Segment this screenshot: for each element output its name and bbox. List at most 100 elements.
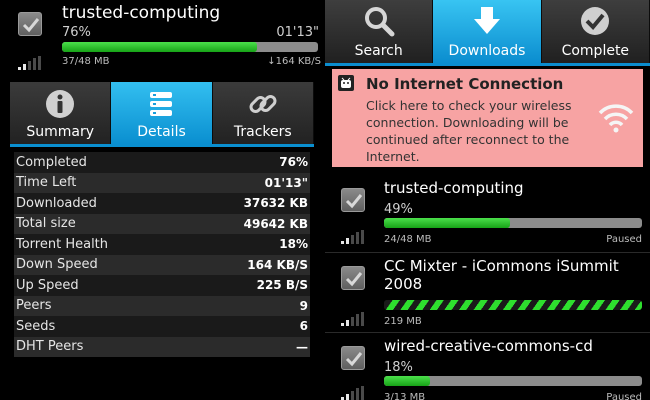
download-item[interactable]: wired-creative-commons-cd 18% 3/13 MB Pause… — [325, 334, 650, 400]
detail-key: Downloaded — [16, 195, 97, 211]
download-size: 3/13 MB — [384, 392, 426, 400]
tab-search-label: Search — [354, 43, 403, 59]
detail-value: 6 — [299, 319, 308, 334]
main-tab-bar: Search Downloads Complete — [325, 0, 650, 63]
signal-strength-icon — [341, 386, 364, 400]
download-status: Paused — [606, 392, 642, 400]
no-connection-alert[interactable]: No Internet Connection Click here to che… — [332, 69, 643, 167]
download-progress-bar — [384, 376, 642, 386]
tab-complete[interactable]: Complete — [541, 0, 650, 63]
detail-row: Up Speed 225 B/S — [14, 275, 310, 296]
detail-row: Down Speed 164 KB/S — [14, 254, 310, 275]
torrent-speed: ↓164 KB/S — [267, 56, 321, 67]
download-progress-bar — [384, 218, 642, 228]
download-percent: 49% — [384, 202, 413, 217]
torrent-details-screen: trusted-computing 76% 01'13" 37/48 MB ↓1… — [0, 0, 325, 400]
tab-details-label: Details — [137, 124, 186, 140]
detail-row: DHT Peers — — [14, 336, 310, 357]
download-title: wired-creative-commons-cd — [384, 337, 593, 355]
tab-search[interactable]: Search — [325, 0, 434, 63]
detail-value: 37632 KB — [243, 196, 308, 211]
torrent-progress-bar — [62, 42, 318, 52]
detail-value: — — [296, 339, 308, 354]
detail-row: Time Left 01'13" — [14, 172, 310, 193]
chain-icon — [249, 95, 277, 113]
download-progress-fill — [384, 218, 511, 228]
download-checkbox[interactable] — [341, 188, 365, 212]
checkmark-icon — [581, 7, 610, 35]
checkmark-icon — [345, 194, 363, 209]
detail-row: Total size 49642 KB — [14, 213, 310, 234]
detail-key: Total size — [16, 216, 76, 232]
downloads-screen: Search Downloads Complete No Internet Co… — [325, 0, 650, 400]
download-progress-fill — [384, 376, 431, 386]
detail-key: Completed — [16, 154, 87, 170]
detail-value: 164 KB/S — [247, 257, 308, 272]
tab-underline — [10, 144, 314, 147]
checkmark-icon — [345, 272, 363, 287]
detail-value: 01'13" — [264, 175, 308, 190]
android-warning-icon — [338, 75, 354, 91]
detail-key: Time Left — [16, 175, 77, 191]
signal-strength-icon — [341, 312, 364, 326]
download-checkbox[interactable] — [341, 266, 365, 290]
torrent-title: trusted-computing — [62, 3, 221, 23]
detail-value: 225 B/S — [256, 278, 308, 293]
download-arrow-icon — [473, 7, 500, 34]
detail-row: Torrent Health 18% — [14, 234, 310, 255]
info-icon — [46, 90, 75, 118]
search-icon — [364, 7, 395, 37]
download-item[interactable]: trusted-computing 49% 24/48 MB Paused — [325, 176, 650, 252]
detail-row: Downloaded 37632 KB — [14, 193, 310, 214]
download-title: trusted-computing — [384, 179, 524, 197]
detail-row: Seeds 6 — [14, 316, 310, 337]
download-size: 219 MB — [384, 316, 422, 327]
detail-key: DHT Peers — [16, 339, 84, 355]
signal-strength-icon — [341, 230, 364, 244]
tab-underline — [325, 63, 650, 66]
detail-value: 49642 KB — [243, 216, 308, 231]
signal-strength-icon — [18, 56, 41, 70]
tab-details[interactable]: Details — [111, 82, 213, 144]
detail-key: Down Speed — [16, 257, 98, 273]
torrent-header[interactable]: trusted-computing 76% 01'13" 37/48 MB ↓1… — [0, 0, 325, 76]
torrent-percent: 76% — [62, 25, 91, 40]
detail-row: Completed 76% — [14, 152, 310, 173]
list-icon — [150, 92, 173, 116]
alert-title: No Internet Connection — [366, 75, 564, 93]
tab-summary-label: Summary — [26, 124, 94, 140]
tab-complete-label: Complete — [561, 43, 630, 59]
download-progress-fill — [384, 300, 642, 310]
detail-key: Peers — [16, 298, 52, 314]
detail-key: Up Speed — [16, 277, 79, 293]
download-checkbox[interactable] — [341, 346, 365, 370]
details-list: Completed 76% Time Left 01'13" Downloaded 376… — [14, 152, 310, 357]
list-divider — [325, 252, 650, 253]
download-size: 24/48 MB — [384, 234, 432, 245]
detail-value: 18% — [279, 237, 308, 252]
detail-value: 9 — [299, 298, 308, 313]
tab-downloads-label: Downloads — [448, 43, 526, 59]
download-status: Paused — [606, 234, 642, 245]
download-progress-bar — [384, 300, 642, 310]
download-percent: 18% — [384, 360, 413, 375]
download-item[interactable]: CC Mixter - iCommons iSummit 2008 219 MB — [325, 254, 650, 330]
tab-trackers-label: Trackers — [233, 124, 292, 140]
detail-row: Peers 9 — [14, 295, 310, 316]
tab-downloads[interactable]: Downloads — [433, 0, 542, 63]
tab-trackers[interactable]: Trackers — [212, 82, 314, 144]
download-title: CC Mixter - iCommons iSummit 2008 — [384, 257, 619, 293]
alert-text: Click here to check your wireless connec… — [366, 98, 572, 164]
list-divider — [325, 332, 650, 333]
details-tab-bar: Summary Details Trackers — [10, 82, 314, 144]
checkmark-icon — [22, 18, 40, 33]
tab-summary[interactable]: Summary — [10, 82, 112, 144]
torrent-time-left: 01'13" — [276, 25, 319, 40]
wifi-icon — [598, 104, 634, 133]
detail-key: Torrent Health — [16, 236, 109, 252]
checkmark-icon — [345, 352, 363, 367]
torrent-checkbox[interactable] — [18, 12, 42, 36]
detail-key: Seeds — [16, 318, 56, 334]
torrent-progress-fill — [62, 42, 257, 52]
torrent-size: 37/48 MB — [62, 56, 110, 67]
